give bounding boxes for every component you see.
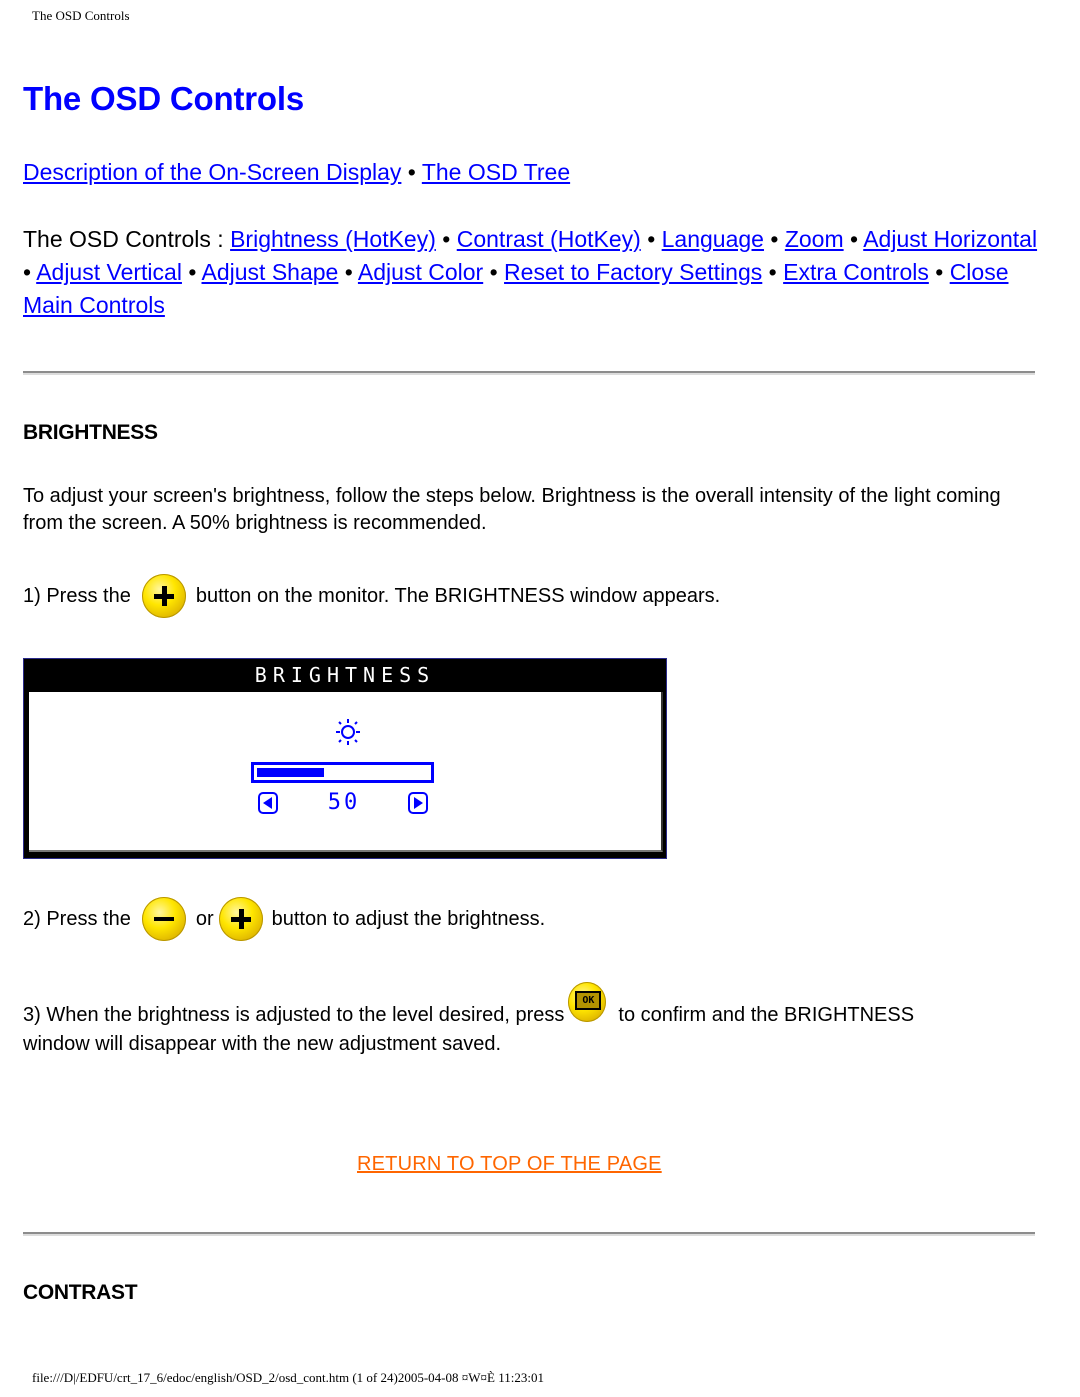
divider <box>23 371 1035 375</box>
link-brightness-hotkey[interactable]: Brightness (HotKey) <box>230 226 436 252</box>
print-header: The OSD Controls <box>32 8 130 23</box>
link-description-osd[interactable]: Description of the On-Screen Display <box>23 159 401 185</box>
link-adjust-vertical[interactable]: Adjust Vertical <box>36 259 182 285</box>
increase-arrow-icon <box>408 792 428 814</box>
ok-button-icon: OK <box>568 982 607 1022</box>
step-3: 3) When the brightness is adjusted to th… <box>23 982 914 1027</box>
nav-separator: • <box>344 259 353 285</box>
brightness-heading: BRIGHTNESS <box>23 421 158 444</box>
link-contrast-hotkey[interactable]: Contrast (HotKey) <box>457 226 641 252</box>
decrease-arrow-icon <box>258 792 278 814</box>
nav-separator: • <box>489 259 498 285</box>
nav-separator: • <box>935 259 944 285</box>
page-title: The OSD Controls <box>23 80 304 117</box>
osd-body: 50 <box>29 692 663 852</box>
osd-brightness-window: BRIGHTNESS 50 <box>23 658 667 859</box>
nav-separator: • <box>442 226 451 252</box>
nav-separator: • <box>850 226 859 252</box>
sun-icon <box>336 719 360 745</box>
link-adjust-color[interactable]: Adjust Color <box>358 259 483 285</box>
minus-button-icon <box>141 897 186 941</box>
link-zoom[interactable]: Zoom <box>785 226 844 252</box>
nav-separator: • <box>407 159 416 185</box>
nav-separator: • <box>23 259 32 285</box>
contrast-heading: CONTRAST <box>23 1281 138 1304</box>
return-to-top-link[interactable]: RETURN TO TOP OF THE PAGE <box>357 1153 662 1176</box>
nav-separator: • <box>770 226 779 252</box>
link-adjust-shape[interactable]: Adjust Shape <box>202 259 339 285</box>
primary-nav: Description of the On-Screen Display • T… <box>23 157 570 187</box>
step-2-text-or: or <box>195 907 214 930</box>
step-2: 2) Press the or button to adjust the bri… <box>23 897 545 941</box>
nav-separator: • <box>647 226 656 252</box>
link-adjust-horizontal[interactable]: Adjust Horizontal <box>863 226 1037 252</box>
controls-nav: The OSD Controls : Brightness (HotKey) •… <box>23 223 1043 322</box>
print-footer: file:///D|/EDFU/crt_17_6/edoc/english/OS… <box>32 1370 544 1385</box>
step-2-text-after: button to adjust the brightness. <box>271 907 546 930</box>
step-1-text-after: button on the monitor. The BRIGHTNESS wi… <box>195 584 721 607</box>
ok-label: OK <box>575 991 602 1010</box>
brightness-level-bar <box>251 762 434 783</box>
controls-nav-prefix: The OSD Controls : <box>23 226 231 252</box>
nav-separator: • <box>768 259 777 285</box>
brightness-value: 50 <box>327 790 361 815</box>
plus-button-icon <box>141 574 186 618</box>
step-1: 1) Press the button on the monitor. The … <box>23 574 720 618</box>
brightness-level-fill <box>257 768 324 777</box>
step-1-text-before: 1) Press the <box>23 584 131 607</box>
link-reset-factory[interactable]: Reset to Factory Settings <box>504 259 762 285</box>
nav-separator: • <box>188 259 197 285</box>
step-3-line-2: window will disappear with the new adjus… <box>23 1033 502 1055</box>
step-3-text-after: to confirm and the BRIGHTNESS <box>618 1004 915 1026</box>
link-osd-tree[interactable]: The OSD Tree <box>422 159 570 185</box>
osd-title: BRIGHTNESS <box>254 663 436 687</box>
step-2-text-before: 2) Press the <box>23 907 131 930</box>
link-language[interactable]: Language <box>662 226 764 252</box>
brightness-intro: To adjust your screen's brightness, foll… <box>23 485 1001 534</box>
divider <box>23 1232 1035 1236</box>
link-extra-controls[interactable]: Extra Controls <box>783 259 929 285</box>
plus-button-icon <box>218 897 263 941</box>
step-3-text-before: 3) When the brightness is adjusted to th… <box>23 1004 565 1026</box>
